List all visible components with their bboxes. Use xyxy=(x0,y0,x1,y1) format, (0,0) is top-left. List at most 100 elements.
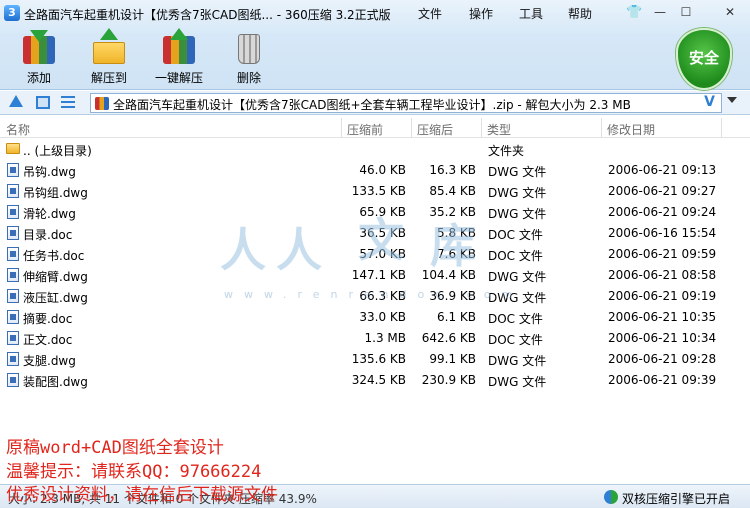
file-size-after: 35.2 KB xyxy=(429,205,476,219)
list-view-icon[interactable] xyxy=(61,96,75,109)
file-row[interactable]: 正文.doc 1.3 MB 642.6 KB DOC 文件 2006-06-21 10:… xyxy=(0,328,750,349)
dual-core-status: 双核压缩引擎已开启 xyxy=(622,492,731,506)
verify-v-icon[interactable]: V xyxy=(704,94,715,110)
file-size-before: 57.0 KB xyxy=(359,247,406,261)
file-row[interactable]: 任务书.doc 57.0 KB 7.6 KB DOC 文件 2006-06-21 09:… xyxy=(0,244,750,265)
file-type: DOC 文件 xyxy=(488,249,543,263)
file-size-before: 33.0 KB xyxy=(359,310,406,324)
overlay-line-2: 温馨提示：请联系QQ：97666224 xyxy=(6,462,262,482)
file-row[interactable]: 摘要.doc 33.0 KB 6.1 KB DOC 文件 2006-06-21 10:3… xyxy=(0,307,750,328)
file-row[interactable]: 吊钩.dwg 46.0 KB 16.3 KB DWG 文件 2006-06-21 09:… xyxy=(0,160,750,181)
delete-label: 删除 xyxy=(236,71,261,85)
file-type: DWG 文件 xyxy=(488,375,547,389)
file-size-before: 1.3 MB xyxy=(364,331,406,345)
file-icon xyxy=(7,226,19,240)
file-type: DWG 文件 xyxy=(488,165,547,179)
file-size-before: 133.5 KB xyxy=(351,184,406,198)
file-type: DOC 文件 xyxy=(488,228,543,242)
address-dropdown-icon[interactable] xyxy=(727,97,737,103)
file-row[interactable]: 目录.doc 36.5 KB 5.8 KB DOC 文件 2006-06-16 15:5… xyxy=(0,223,750,244)
file-size-before: 324.5 KB xyxy=(351,373,406,387)
col-after[interactable]: 压缩后 xyxy=(417,121,453,138)
menu-file[interactable]: 文件 xyxy=(418,5,442,22)
parent-directory-row[interactable]: .. (上级目录) 文件夹 xyxy=(0,139,750,160)
file-name: 正文.doc xyxy=(23,333,73,347)
file-row[interactable]: 装配图.dwg 324.5 KB 230.9 KB DWG 文件 2006-06-21 … xyxy=(0,370,750,391)
col-date[interactable]: 修改日期 xyxy=(607,121,655,138)
file-row[interactable]: 液压缸.dwg 66.3 KB 36.9 KB DWG 文件 2006-06-21 09… xyxy=(0,286,750,307)
column-header: 名称 压缩前 压缩后 类型 修改日期 xyxy=(0,118,750,138)
file-icon xyxy=(7,289,19,303)
file-name: 伸缩臂.dwg xyxy=(23,270,88,284)
file-name: 支腿.dwg xyxy=(23,354,76,368)
col-name[interactable]: 名称 xyxy=(6,121,30,138)
file-type: DWG 文件 xyxy=(488,354,547,368)
overlay-line-1: 原稿word+CAD图纸全套设计 xyxy=(6,438,224,458)
one-click-extract-button[interactable]: 一键解压 xyxy=(149,28,209,86)
file-type: DWG 文件 xyxy=(488,291,547,305)
file-size-before: 147.1 KB xyxy=(351,268,406,282)
file-date: 2006-06-21 09:24 xyxy=(608,205,717,219)
skin-shirt-icon[interactable]: 👕 xyxy=(626,5,642,20)
file-date: 2006-06-21 10:34 xyxy=(608,331,717,345)
col-type[interactable]: 类型 xyxy=(487,121,511,138)
file-date: 2006-06-21 08:58 xyxy=(608,268,717,282)
file-type: DWG 文件 xyxy=(488,186,547,200)
add-button[interactable]: 添加 xyxy=(9,30,69,86)
extract-label: 解压到 xyxy=(90,71,127,85)
file-size-after: 7.6 KB xyxy=(437,247,476,261)
file-name: 滑轮.dwg xyxy=(23,207,76,221)
file-name: 装配图.dwg xyxy=(23,375,88,389)
delete-button[interactable]: 删除 xyxy=(219,30,279,86)
up-arrow-icon[interactable] xyxy=(9,95,23,107)
file-type: 文件夹 xyxy=(488,144,525,158)
file-date: 2006-06-16 15:54 xyxy=(608,226,717,240)
close-button[interactable]: ✕ xyxy=(720,4,740,20)
file-size-after: 36.9 KB xyxy=(429,289,476,303)
address-path: 全路面汽车起重机设计【优秀含7张CAD图纸+全套车辆工程毕业设计】.zip - … xyxy=(113,98,631,112)
file-size-after: 5.8 KB xyxy=(437,226,476,240)
file-size-before: 46.0 KB xyxy=(359,163,406,177)
overlay-line-3: 优秀设计资料，请在信后下载源文件 xyxy=(6,485,278,505)
file-date: 2006-06-21 09:27 xyxy=(608,184,717,198)
file-name: 目录.doc xyxy=(23,228,73,242)
file-date: 2006-06-21 09:28 xyxy=(608,352,717,366)
add-books-icon xyxy=(21,30,57,66)
extract-to-button[interactable]: 解压到 xyxy=(79,28,139,86)
menu-tools[interactable]: 工具 xyxy=(519,5,543,22)
minimize-button[interactable]: — xyxy=(650,4,670,20)
file-size-before: 135.6 KB xyxy=(351,352,406,366)
file-icon xyxy=(7,163,19,177)
maximize-button[interactable]: ☐ xyxy=(676,4,696,20)
file-icon xyxy=(7,205,19,219)
file-date: 2006-06-21 09:59 xyxy=(608,247,717,261)
extract-folder-icon xyxy=(91,28,127,66)
menu-operate[interactable]: 操作 xyxy=(469,5,493,22)
security-shield-button[interactable]: 安全 xyxy=(676,28,732,90)
file-icon xyxy=(7,184,19,198)
file-date: 2006-06-21 09:39 xyxy=(608,373,717,387)
folder-icon xyxy=(6,143,20,154)
window-title: 全路面汽车起重机设计【优秀含7张CAD图纸... - 360压缩 3.2正式版 xyxy=(24,8,391,22)
add-label: 添加 xyxy=(26,71,51,85)
file-name: 吊钩.dwg xyxy=(23,165,76,179)
trash-icon xyxy=(231,30,267,66)
one-click-books-icon xyxy=(161,28,197,66)
file-date: 2006-06-21 10:35 xyxy=(608,310,717,324)
file-row[interactable]: 滑轮.dwg 65.9 KB 35.2 KB DWG 文件 2006-06-21 09:… xyxy=(0,202,750,223)
thumbnail-view-icon[interactable] xyxy=(36,96,50,109)
address-bar[interactable]: 全路面汽车起重机设计【优秀含7张CAD图纸+全套车辆工程毕业设计】.zip - … xyxy=(90,93,722,113)
file-icon xyxy=(7,352,19,366)
file-row[interactable]: 吊钩组.dwg 133.5 KB 85.4 KB DWG 文件 2006-06-21 0… xyxy=(0,181,750,202)
col-before[interactable]: 压缩前 xyxy=(347,121,383,138)
file-row[interactable]: 支腿.dwg 135.6 KB 99.1 KB DWG 文件 2006-06-21 09… xyxy=(0,349,750,370)
file-type: DWG 文件 xyxy=(488,270,547,284)
file-size-after: 104.4 KB xyxy=(421,268,476,282)
file-list: .. (上级目录) 文件夹 吊钩.dwg 46.0 KB 16.3 KB DWG 文件… xyxy=(0,139,750,391)
menu-help[interactable]: 帮助 xyxy=(568,5,592,22)
app-logo-icon: 3 xyxy=(4,5,20,21)
file-name: 液压缸.dwg xyxy=(23,291,88,305)
file-icon xyxy=(7,268,19,282)
file-type: DOC 文件 xyxy=(488,333,543,347)
file-row[interactable]: 伸缩臂.dwg 147.1 KB 104.4 KB DWG 文件 2006-06-21 … xyxy=(0,265,750,286)
